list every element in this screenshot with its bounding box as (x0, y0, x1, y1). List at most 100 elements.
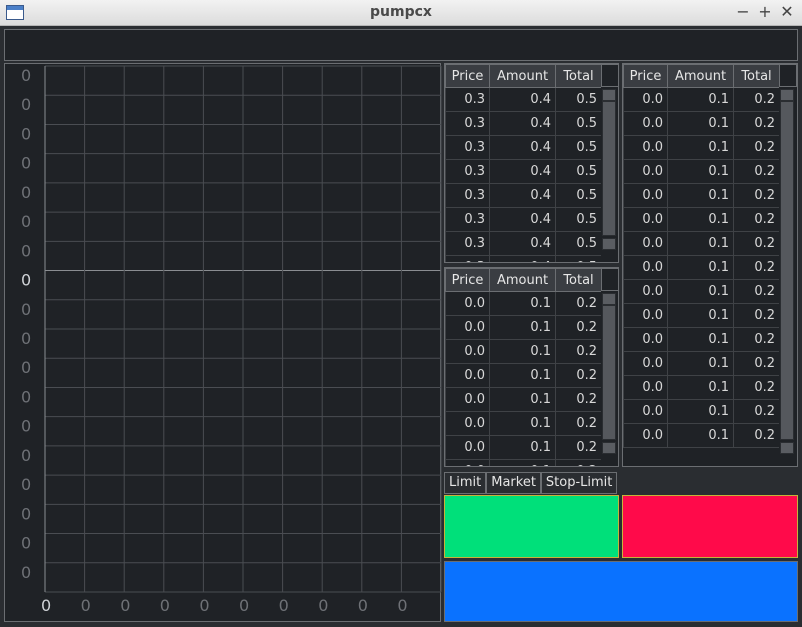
chart-y-tick-label: 0 (21, 329, 31, 348)
order-row[interactable]: 0.00.10.2 (445, 291, 602, 316)
order-price-cell: 0.0 (623, 279, 668, 304)
order-row[interactable]: 0.00.10.2 (445, 435, 602, 460)
scroll-thumb[interactable] (780, 101, 794, 440)
order-total-cell: 0.5 (555, 183, 602, 208)
order-row[interactable]: 0.30.40.5 (445, 231, 602, 256)
scroll-down-arrow[interactable] (602, 238, 616, 250)
order-row[interactable]: 0.00.10.2 (623, 231, 780, 256)
order-price-cell: 0.0 (623, 255, 668, 280)
order-price-cell: 0.0 (445, 459, 490, 466)
order-row[interactable]: 0.00.10.2 (623, 183, 780, 208)
order-amount-cell: 0.1 (667, 303, 734, 328)
column-header-amount[interactable]: Amount (489, 64, 556, 88)
chart-y-tick-label: 0 (21, 183, 31, 202)
order-row[interactable]: 0.00.10.2 (623, 351, 780, 376)
order-total-cell: 0.2 (555, 459, 602, 466)
scroll-thumb[interactable] (602, 101, 616, 236)
order-total-cell: 0.2 (733, 351, 780, 376)
order-price-cell: 0.0 (623, 231, 668, 256)
column-header-total[interactable]: Total (555, 268, 602, 292)
order-amount-cell: 0.1 (489, 387, 556, 412)
buy-order-panel[interactable] (444, 495, 619, 558)
order-row[interactable]: 0.00.10.2 (445, 363, 602, 388)
order-total-cell: 0.2 (733, 327, 780, 352)
column-header-price[interactable]: Price (623, 64, 668, 88)
scroll-up-arrow[interactable] (602, 293, 616, 305)
order-price-cell: 0.0 (623, 207, 668, 232)
scroll-up-arrow[interactable] (602, 89, 616, 101)
column-header-total[interactable]: Total (733, 64, 780, 88)
order-row[interactable]: 0.30.40.5 (445, 135, 602, 160)
order-price-cell: 0.3 (445, 207, 490, 232)
submit-order-button[interactable] (444, 561, 798, 622)
order-row[interactable]: 0.30.40.5 (445, 207, 602, 232)
order-book-scrollbar[interactable] (601, 268, 618, 466)
order-row[interactable]: 0.00.10.2 (623, 255, 780, 280)
order-book-scrollbar[interactable] (601, 64, 618, 262)
order-row[interactable]: 0.00.10.2 (623, 279, 780, 304)
order-row[interactable]: 0.00.10.2 (445, 411, 602, 436)
order-total-cell: 0.2 (733, 111, 780, 136)
sell-order-panel[interactable] (622, 495, 798, 558)
column-header-amount[interactable]: Amount (667, 64, 734, 88)
column-header-amount[interactable]: Amount (489, 268, 556, 292)
order-row[interactable]: 0.00.10.2 (623, 303, 780, 328)
scroll-down-arrow[interactable] (780, 442, 794, 454)
order-total-cell: 0.2 (555, 435, 602, 460)
order-row[interactable]: 0.00.10.2 (623, 399, 780, 424)
order-total-cell: 0.2 (733, 87, 780, 112)
market-search-bar[interactable] (4, 29, 798, 61)
order-row[interactable]: 0.00.10.2 (445, 459, 602, 466)
tab-market[interactable]: Market (486, 472, 541, 494)
order-row[interactable]: 0.00.10.2 (623, 327, 780, 352)
order-price-cell: 0.0 (623, 111, 668, 136)
order-amount-cell: 0.4 (489, 255, 556, 262)
tab-limit[interactable]: Limit (444, 472, 487, 494)
order-price-cell: 0.0 (623, 303, 668, 328)
order-price-cell: 0.0 (623, 183, 668, 208)
column-header-total[interactable]: Total (555, 64, 602, 88)
scroll-thumb[interactable] (602, 305, 616, 440)
order-row[interactable]: 0.30.40.5 (445, 255, 602, 262)
column-header-price[interactable]: Price (445, 268, 490, 292)
chart-x-tick-label: 0 (358, 596, 368, 615)
order-row[interactable]: 0.00.10.2 (623, 87, 780, 112)
chart-x-tick-label: 0 (41, 596, 51, 615)
order-total-cell: 0.2 (733, 135, 780, 160)
price-chart[interactable]: 0 0 0 0 0 0 0 0 0 0 0 0 0 0 0 0 0 0 0 0 0 0 0 0 0 0 0 0 (4, 63, 442, 622)
order-row[interactable]: 0.00.10.2 (623, 423, 780, 448)
order-amount-cell: 0.4 (489, 111, 556, 136)
order-row[interactable]: 0.30.40.5 (445, 159, 602, 184)
scroll-down-arrow[interactable] (602, 442, 616, 454)
order-amount-cell: 0.1 (489, 291, 556, 316)
maximize-button[interactable]: + (756, 3, 774, 21)
order-row[interactable]: 0.00.10.2 (623, 111, 780, 136)
tab-stop-limit[interactable]: Stop-Limit (540, 472, 618, 494)
order-type-tabs: Limit Market Stop-Limit (444, 472, 618, 494)
chart-x-tick-label: 0 (397, 596, 407, 615)
order-row[interactable]: 0.30.40.5 (445, 183, 602, 208)
chart-y-tick-label: 0 (21, 475, 31, 494)
close-button[interactable]: ✕ (778, 3, 796, 21)
order-amount-cell: 0.1 (667, 351, 734, 376)
minimize-button[interactable]: − (734, 3, 752, 21)
order-row[interactable]: 0.30.40.5 (445, 87, 602, 112)
order-row[interactable]: 0.00.10.2 (623, 375, 780, 400)
order-amount-cell: 0.1 (667, 135, 734, 160)
order-row[interactable]: 0.00.10.2 (445, 387, 602, 412)
order-row[interactable]: 0.00.10.2 (445, 315, 602, 340)
order-price-cell: 0.3 (445, 255, 490, 262)
order-amount-cell: 0.4 (489, 183, 556, 208)
order-amount-cell: 0.1 (489, 363, 556, 388)
order-price-cell: 0.0 (623, 351, 668, 376)
order-row[interactable]: 0.00.10.2 (445, 339, 602, 364)
order-row[interactable]: 0.00.10.2 (623, 207, 780, 232)
scroll-up-arrow[interactable] (780, 89, 794, 101)
column-header-price[interactable]: Price (445, 64, 490, 88)
order-book-scrollbar[interactable] (779, 64, 797, 466)
order-row[interactable]: 0.00.10.2 (623, 135, 780, 160)
chart-y-tick-label: 0 (21, 300, 31, 319)
order-row[interactable]: 0.30.40.5 (445, 111, 602, 136)
order-row[interactable]: 0.00.10.2 (623, 159, 780, 184)
order-total-cell: 0.2 (555, 363, 602, 388)
